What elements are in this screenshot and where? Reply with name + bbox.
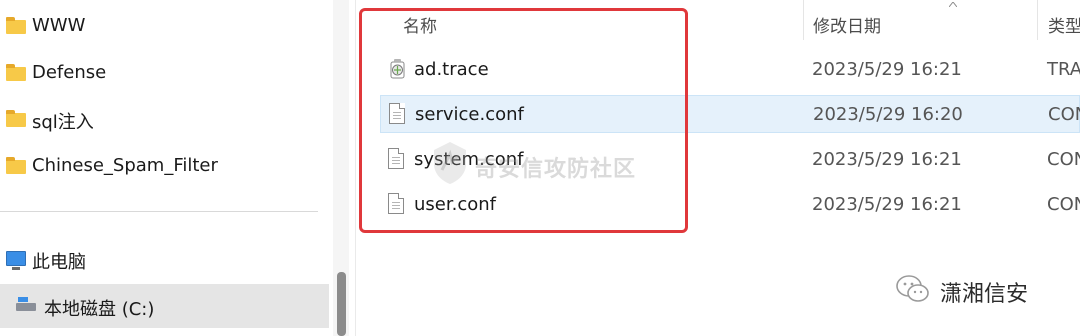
navigation-pane: WWW Defense sql注入 Chinese_Spam_Filter 此电… bbox=[0, 0, 334, 336]
watermark-logo-icon bbox=[434, 142, 466, 184]
highlight-annotation-box bbox=[359, 8, 688, 233]
nav-divider bbox=[0, 211, 318, 212]
folder-icon bbox=[6, 64, 28, 82]
nav-this-pc-label: 此电脑 bbox=[32, 252, 86, 273]
nav-folder-defense[interactable]: Defense bbox=[0, 55, 329, 91]
sort-ascending-icon bbox=[949, 2, 957, 7]
file-modified: 2023/5/29 16:20 bbox=[813, 104, 963, 125]
nav-folder-sql[interactable]: sql注入 bbox=[0, 101, 329, 137]
folder-icon bbox=[6, 17, 28, 35]
file-type: CON bbox=[1047, 149, 1080, 170]
nav-drive-label: 本地磁盘 (C:) bbox=[44, 299, 155, 320]
computer-icon bbox=[6, 250, 28, 270]
folder-icon bbox=[6, 157, 28, 175]
folder-icon bbox=[6, 110, 28, 128]
nav-folder-chinese-spam-filter[interactable]: Chinese_Spam_Filter bbox=[0, 148, 329, 184]
nav-folder-label: Defense bbox=[32, 62, 107, 83]
pane-divider bbox=[355, 0, 356, 336]
column-header-type[interactable]: 类型 bbox=[1048, 12, 1080, 37]
file-modified: 2023/5/29 16:21 bbox=[812, 59, 962, 80]
file-type: CON bbox=[1047, 194, 1080, 215]
nav-this-pc[interactable]: 此电脑 bbox=[0, 241, 329, 277]
file-type: CON bbox=[1048, 104, 1080, 125]
wechat-icon bbox=[896, 275, 929, 302]
file-type: TRA bbox=[1047, 59, 1080, 80]
watermark-text: 奇安信攻防社区 bbox=[475, 157, 637, 182]
column-divider[interactable] bbox=[1037, 0, 1038, 40]
column-header-modified[interactable]: 修改日期 bbox=[813, 12, 881, 37]
drive-icon bbox=[16, 297, 38, 315]
brand-name: 潇湘信安 bbox=[940, 282, 1029, 307]
file-modified: 2023/5/29 16:21 bbox=[812, 149, 962, 170]
nav-scrollbar-thumb[interactable] bbox=[337, 272, 346, 336]
file-modified: 2023/5/29 16:21 bbox=[812, 194, 962, 215]
nav-folder-label: Chinese_Spam_Filter bbox=[32, 155, 218, 176]
nav-folder-label: WWW bbox=[32, 15, 86, 36]
nav-drive-c[interactable]: 本地磁盘 (C:) bbox=[0, 284, 329, 328]
nav-folder-www[interactable]: WWW bbox=[0, 8, 329, 44]
column-divider[interactable] bbox=[803, 0, 804, 40]
nav-folder-label: sql注入 bbox=[32, 112, 94, 133]
